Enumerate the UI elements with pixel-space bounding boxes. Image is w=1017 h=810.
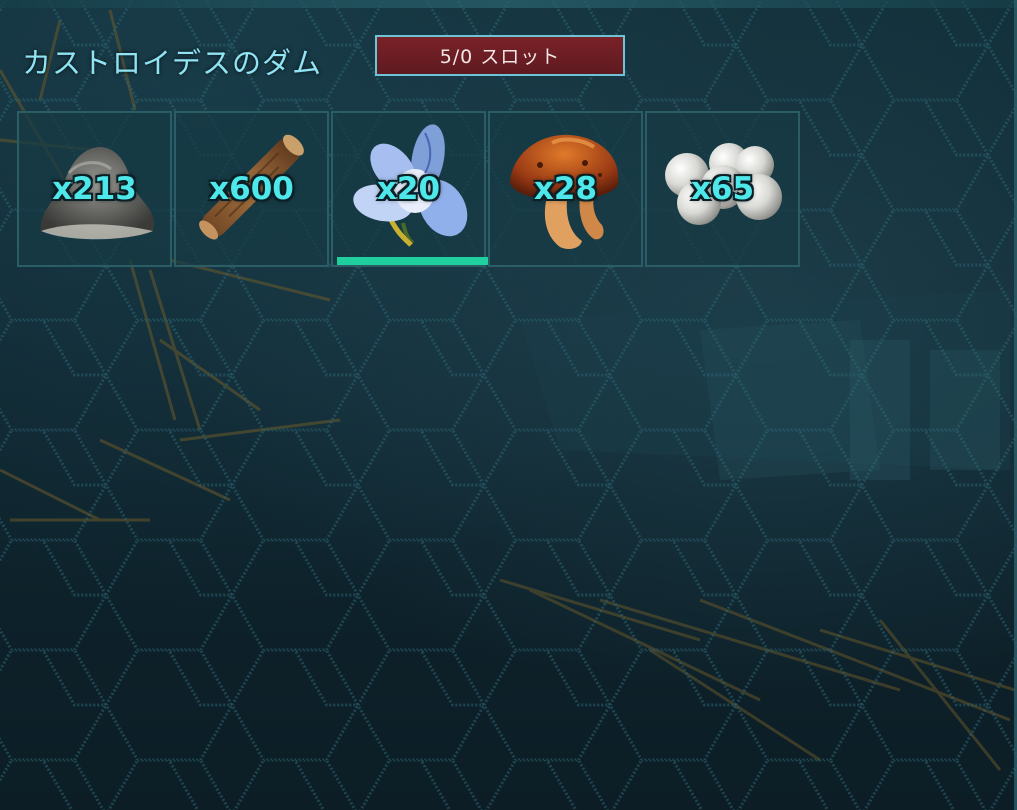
item-quantity: x28	[533, 171, 598, 207]
selected-slot-indicator	[337, 257, 490, 265]
game-ui-stage: カストロイデスのダム 5/0 スロット x213 x600 x20 x28 x6…	[0, 0, 1017, 810]
top-edge-strip	[0, 0, 1017, 8]
inventory-slot-pearl[interactable]: x65	[645, 111, 800, 267]
item-quantity: x600	[209, 171, 294, 207]
inventory-slot-mushroom[interactable]: x28	[488, 111, 643, 267]
item-quantity: x20	[376, 171, 441, 207]
item-quantity: x65	[690, 171, 755, 207]
inventory-row: x213 x600 x20 x28 x65	[17, 111, 805, 267]
container-title: カストロイデスのダム	[22, 46, 323, 80]
item-quantity: x213	[52, 171, 137, 207]
inventory-slot-stone[interactable]: x213	[17, 111, 172, 267]
inventory-slot-wood[interactable]: x600	[174, 111, 329, 267]
inventory-slot-flower[interactable]: x20	[331, 111, 490, 267]
slot-status-badge: 5/0 スロット	[375, 35, 625, 76]
